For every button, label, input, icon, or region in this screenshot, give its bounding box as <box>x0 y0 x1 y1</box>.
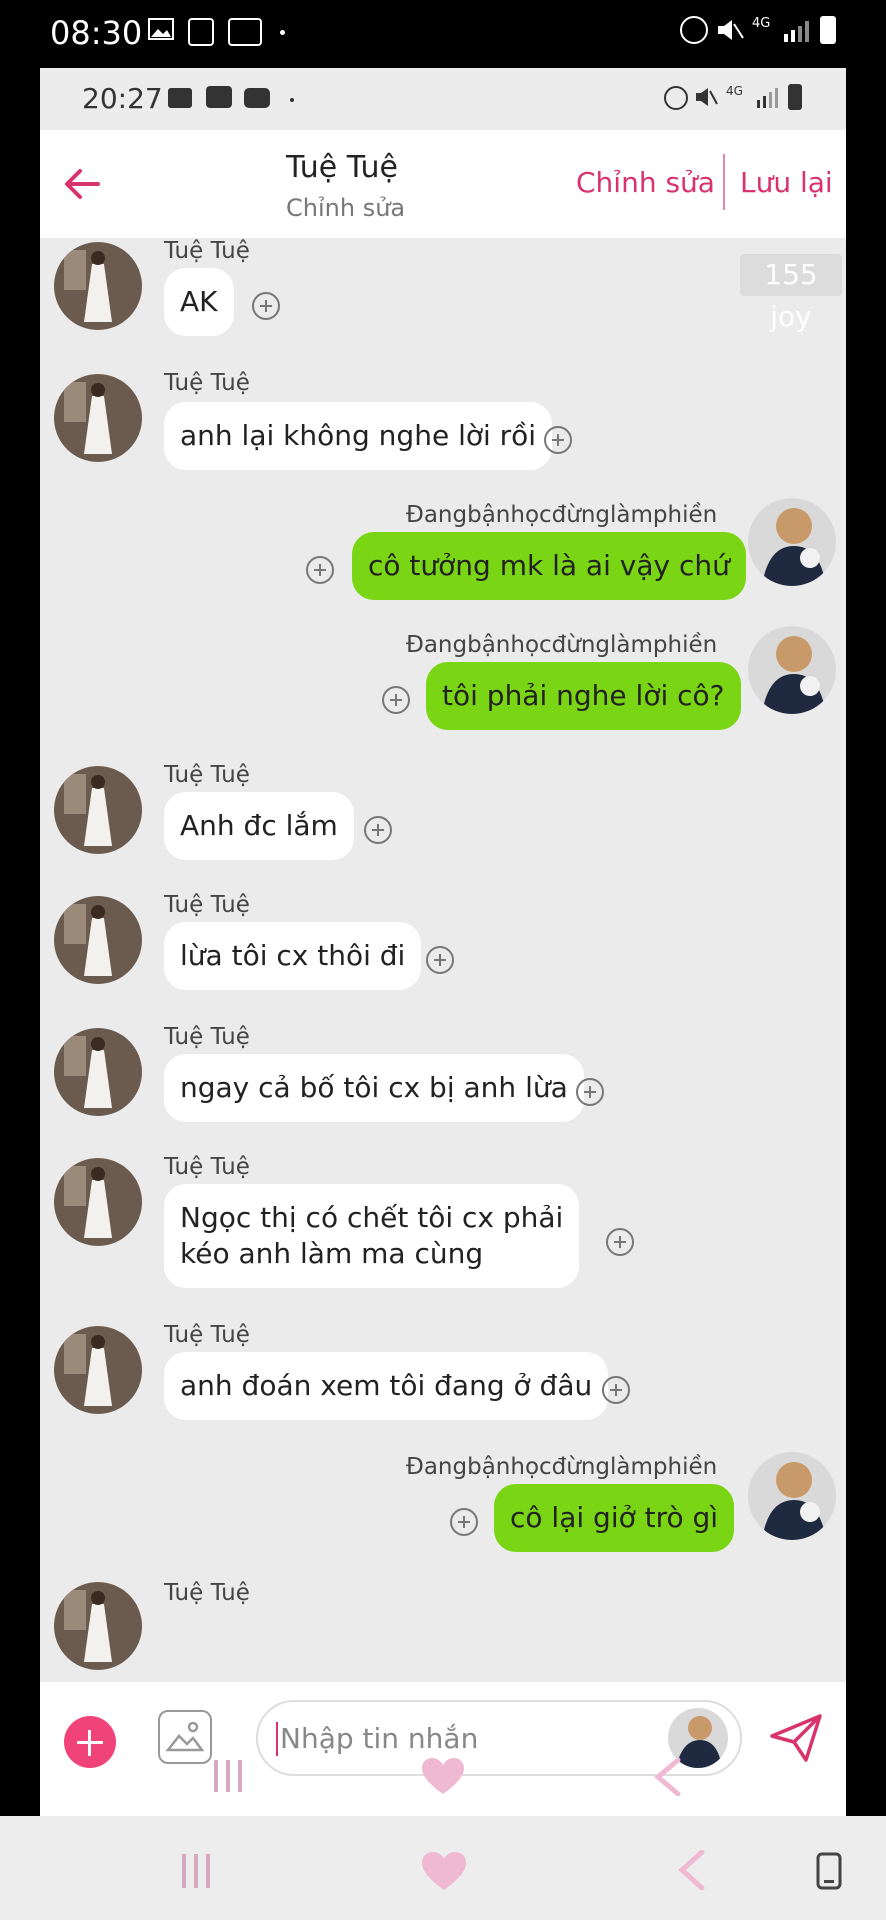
sender-name: Tuệ Tuệ <box>164 1024 250 1050</box>
sender-name: Tuệ Tuệ <box>164 238 250 264</box>
home-heart-icon[interactable] <box>420 1756 466 1796</box>
chat-screen: 20:27 4G Tuệ Tuệ Chỉnh sửa Chỉnh sửa Lưu… <box>40 68 846 1816</box>
message-bubble[interactable]: AK <box>164 268 234 336</box>
avatar[interactable] <box>748 498 836 586</box>
avatar[interactable] <box>54 766 142 854</box>
zalo-icon <box>228 18 262 46</box>
sender-name: Đangbậnhọcđừnglàmphiền <box>406 502 718 528</box>
message-bubble[interactable]: cô lại giở trò gì <box>494 1484 735 1552</box>
signal-icon <box>756 86 778 108</box>
avatar[interactable] <box>748 626 836 714</box>
chat-title: Tuệ Tuệ <box>286 150 399 185</box>
text-cursor <box>276 1722 278 1756</box>
message-line: kéo anh làm ma cùng <box>180 1237 484 1270</box>
chat-subtitle: Chỉnh sửa <box>286 194 406 222</box>
dot-icon <box>280 30 285 35</box>
message-bubble[interactable]: Ngọc thị có chết tôi cx phải kéo anh làm… <box>164 1184 580 1288</box>
sender-name: Tuệ Tuệ <box>164 1322 250 1348</box>
avatar[interactable] <box>54 1158 142 1246</box>
message-list[interactable]: 155 joy Tuệ Tuệ AK Tuệ Tuệ anh lại không… <box>40 238 846 1682</box>
back-chevron-icon[interactable] <box>676 1849 706 1891</box>
reaction-add-icon[interactable] <box>606 1228 634 1256</box>
avatar[interactable] <box>54 1582 142 1670</box>
sender-name: Tuệ Tuệ <box>164 762 250 788</box>
gallery-icon <box>148 18 174 40</box>
recent-apps-icon[interactable] <box>208 1758 248 1794</box>
avatar[interactable] <box>54 1326 142 1414</box>
message-line: Ngọc thị có chết tôi cx phải <box>180 1201 564 1234</box>
reaction-add-icon[interactable] <box>306 556 334 584</box>
send-icon[interactable] <box>768 1712 824 1764</box>
sender-name: Đangbậnhọcđừnglàmphiền <box>406 1454 718 1480</box>
inner-status-bar: 20:27 4G <box>40 68 846 130</box>
message-bubble[interactable]: anh lại không nghe lời rồi <box>164 402 553 470</box>
message-bubble[interactable]: ngay cả bố tôi cx bị anh lừa <box>164 1054 584 1122</box>
sender-name: Tuệ Tuệ <box>164 1154 250 1180</box>
battery-icon <box>788 84 802 110</box>
home-heart-icon[interactable] <box>420 1850 468 1892</box>
message-bubble[interactable]: tôi phải nghe lời cô? <box>426 662 741 730</box>
outer-status-bar: 08:30 4G <box>0 0 886 68</box>
reaction-add-icon[interactable] <box>426 946 454 974</box>
mute-icon <box>716 18 744 42</box>
chat-header: Tuệ Tuệ Chỉnh sửa Chỉnh sửa Lưu lại <box>40 130 846 238</box>
zalo-icon <box>206 86 232 108</box>
image-icon[interactable] <box>158 1710 212 1764</box>
network-label: 4G <box>752 16 771 31</box>
shop-icon <box>188 18 214 46</box>
message-input-placeholder: Nhập tin nhắn <box>280 1722 479 1755</box>
inner-nav-bar <box>40 1757 846 1816</box>
header-divider <box>723 154 725 210</box>
back-arrow-icon[interactable] <box>58 160 106 208</box>
reaction-add-icon[interactable] <box>252 292 280 320</box>
sender-name: Tuệ Tuệ <box>164 892 250 918</box>
mute-icon <box>694 86 718 108</box>
reaction-add-icon[interactable] <box>576 1078 604 1106</box>
reaction-add-icon[interactable] <box>602 1376 630 1404</box>
avatar[interactable] <box>54 1028 142 1116</box>
status-time: 08:30 <box>50 14 143 52</box>
recent-apps-icon[interactable] <box>176 1852 216 1890</box>
sender-name: Tuệ Tuệ <box>164 1580 250 1606</box>
reaction-add-icon[interactable] <box>382 686 410 714</box>
joy-badge: 155 joy <box>740 254 842 333</box>
message-bubble[interactable]: cô tưởng mk là ai vậy chứ <box>352 532 746 600</box>
reaction-add-icon[interactable] <box>544 426 572 454</box>
gallery-icon <box>168 88 192 108</box>
reaction-add-icon[interactable] <box>364 816 392 844</box>
message-bubble[interactable]: Anh đc lắm <box>164 792 354 860</box>
inner-status-time: 20:27 <box>82 82 163 115</box>
reaction-add-icon[interactable] <box>450 1508 478 1536</box>
sender-name: Tuệ Tuệ <box>164 370 250 396</box>
avatar[interactable] <box>54 896 142 984</box>
message-bubble[interactable]: lừa tôi cx thôi đi <box>164 922 422 990</box>
youtube-icon <box>244 88 270 108</box>
edit-button[interactable]: Chỉnh sửa <box>576 166 715 199</box>
avatar[interactable] <box>748 1452 836 1540</box>
network-label: 4G <box>726 84 743 98</box>
back-chevron-icon[interactable] <box>652 1757 682 1797</box>
avatar[interactable] <box>54 242 142 330</box>
message-bubble[interactable]: anh đoán xem tôi đang ở đâu <box>164 1352 609 1420</box>
signal-icon <box>782 18 810 42</box>
avatar[interactable] <box>54 374 142 462</box>
screenshot-icon[interactable] <box>816 1852 842 1890</box>
sender-name: Đangbậnhọcđừnglàmphiền <box>406 632 718 658</box>
plus-circle-icon[interactable] <box>64 1716 116 1768</box>
outer-nav-bar <box>0 1816 886 1920</box>
dot-icon <box>290 98 294 102</box>
save-button[interactable]: Lưu lại <box>740 166 833 199</box>
alarm-icon <box>680 16 708 44</box>
alarm-icon <box>664 86 688 110</box>
battery-icon <box>820 16 836 44</box>
